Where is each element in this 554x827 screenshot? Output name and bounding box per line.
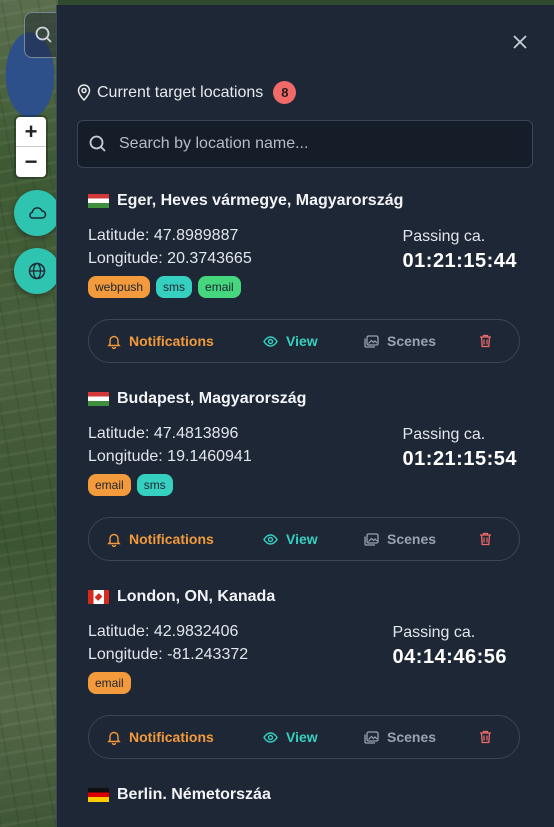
view-label: View xyxy=(286,333,318,349)
scenes-label: Scenes xyxy=(387,333,437,349)
location-actions: Notifications View Scenes xyxy=(88,715,520,759)
images-icon xyxy=(364,730,379,744)
delete-button[interactable] xyxy=(479,730,500,744)
scenes-label: Scenes xyxy=(387,531,437,547)
view-label: View xyxy=(286,729,318,745)
eye-icon xyxy=(263,335,278,347)
globe-button[interactable] xyxy=(14,248,60,294)
view-button[interactable]: View xyxy=(263,531,318,547)
passing-label: Passing ca. xyxy=(402,228,486,245)
passing-info: Passing ca. 04:14:46:56 xyxy=(393,624,507,669)
delete-button[interactable] xyxy=(479,532,500,546)
view-button[interactable]: View xyxy=(263,729,318,745)
images-icon xyxy=(364,532,379,546)
location-title: Berlin. Németorszáa xyxy=(88,786,524,804)
passing-label: Passing ca. xyxy=(402,426,486,443)
location-pin-icon xyxy=(77,84,91,101)
location-count-badge: 8 xyxy=(273,81,297,104)
tag-email: email xyxy=(88,474,131,496)
tag-sms: sms xyxy=(156,276,193,298)
channel-tags: webpush sms email xyxy=(88,276,524,298)
location-name: Berlin. Németorszáa xyxy=(117,786,271,803)
scenes-button[interactable]: Scenes xyxy=(364,531,436,547)
bell-icon xyxy=(107,731,121,745)
passing-time: 04:14:46:56 xyxy=(392,646,507,668)
location-search xyxy=(77,120,533,168)
trash-icon xyxy=(480,532,491,546)
scenes-button[interactable]: Scenes xyxy=(364,729,436,745)
notifications-label: Notifications xyxy=(129,729,214,745)
view-label: View xyxy=(286,531,318,547)
location-card: London, ON, Kanada Latitude: 42.9832406 Lo… xyxy=(88,588,524,694)
channel-tags: email sms xyxy=(88,474,524,496)
flag-hu-icon xyxy=(88,194,109,208)
eye-icon xyxy=(263,533,278,545)
scenes-label: Scenes xyxy=(387,729,437,745)
zoom-out-button[interactable]: − xyxy=(16,147,46,176)
cloud-layer-button[interactable] xyxy=(14,190,60,236)
location-card: Berlin. Németorszáa xyxy=(88,786,524,804)
location-card: Eger, Heves vármegye, Magyarország Latitu… xyxy=(88,192,524,298)
flag-hu-icon xyxy=(88,392,109,406)
tag-email: email xyxy=(198,276,241,298)
notifications-button[interactable]: Notifications xyxy=(107,531,214,547)
panel-header: Current target locations 8 xyxy=(77,81,297,104)
close-icon[interactable] xyxy=(511,33,529,51)
location-title: London, ON, Kanada xyxy=(88,588,524,606)
search-icon xyxy=(89,135,106,152)
panel-title: Current target locations xyxy=(97,83,264,101)
location-card: Budapest, Magyarország Latitude: 47.48138… xyxy=(88,390,524,496)
location-title: Eger, Heves vármegye, Magyarország xyxy=(88,192,524,210)
zoom-in-button[interactable]: + xyxy=(16,117,46,147)
bell-icon xyxy=(107,335,121,349)
passing-info: Passing ca. 01:21:15:44 xyxy=(403,228,517,273)
globe-icon xyxy=(28,262,46,280)
notifications-label: Notifications xyxy=(129,531,214,547)
trash-icon xyxy=(480,730,491,744)
location-title: Budapest, Magyarország xyxy=(88,390,524,408)
images-icon xyxy=(364,334,379,348)
notifications-label: Notifications xyxy=(129,333,214,349)
location-name: London, ON, Kanada xyxy=(117,588,276,605)
passing-time: 01:21:15:44 xyxy=(402,250,517,272)
delete-button[interactable] xyxy=(479,334,500,348)
passing-time: 01:21:15:54 xyxy=(402,448,517,470)
tag-webpush: webpush xyxy=(88,276,151,298)
cloud-icon xyxy=(29,207,47,219)
passing-info: Passing ca. 01:21:15:54 xyxy=(403,426,517,471)
flag-de-icon xyxy=(88,788,109,802)
eye-icon xyxy=(263,731,278,743)
channel-tags: email xyxy=(88,672,524,694)
notifications-button[interactable]: Notifications xyxy=(107,729,214,745)
passing-label: Passing ca. xyxy=(392,624,476,641)
location-actions: Notifications View Scenes xyxy=(88,517,520,561)
view-button[interactable]: View xyxy=(263,333,318,349)
notifications-button[interactable]: Notifications xyxy=(107,333,214,349)
flag-ca-icon xyxy=(88,590,109,604)
scenes-button[interactable]: Scenes xyxy=(364,333,436,349)
search-icon xyxy=(35,26,52,43)
location-name: Budapest, Magyarország xyxy=(117,390,307,407)
tag-sms: sms xyxy=(136,474,173,496)
zoom-control: + − xyxy=(16,117,46,177)
location-name: Eger, Heves vármegye, Magyarország xyxy=(117,192,404,209)
trash-icon xyxy=(480,334,491,348)
location-search-input[interactable] xyxy=(117,134,521,154)
location-actions: Notifications View Scenes xyxy=(88,319,520,363)
tag-email: email xyxy=(88,672,131,694)
bell-icon xyxy=(107,533,121,547)
